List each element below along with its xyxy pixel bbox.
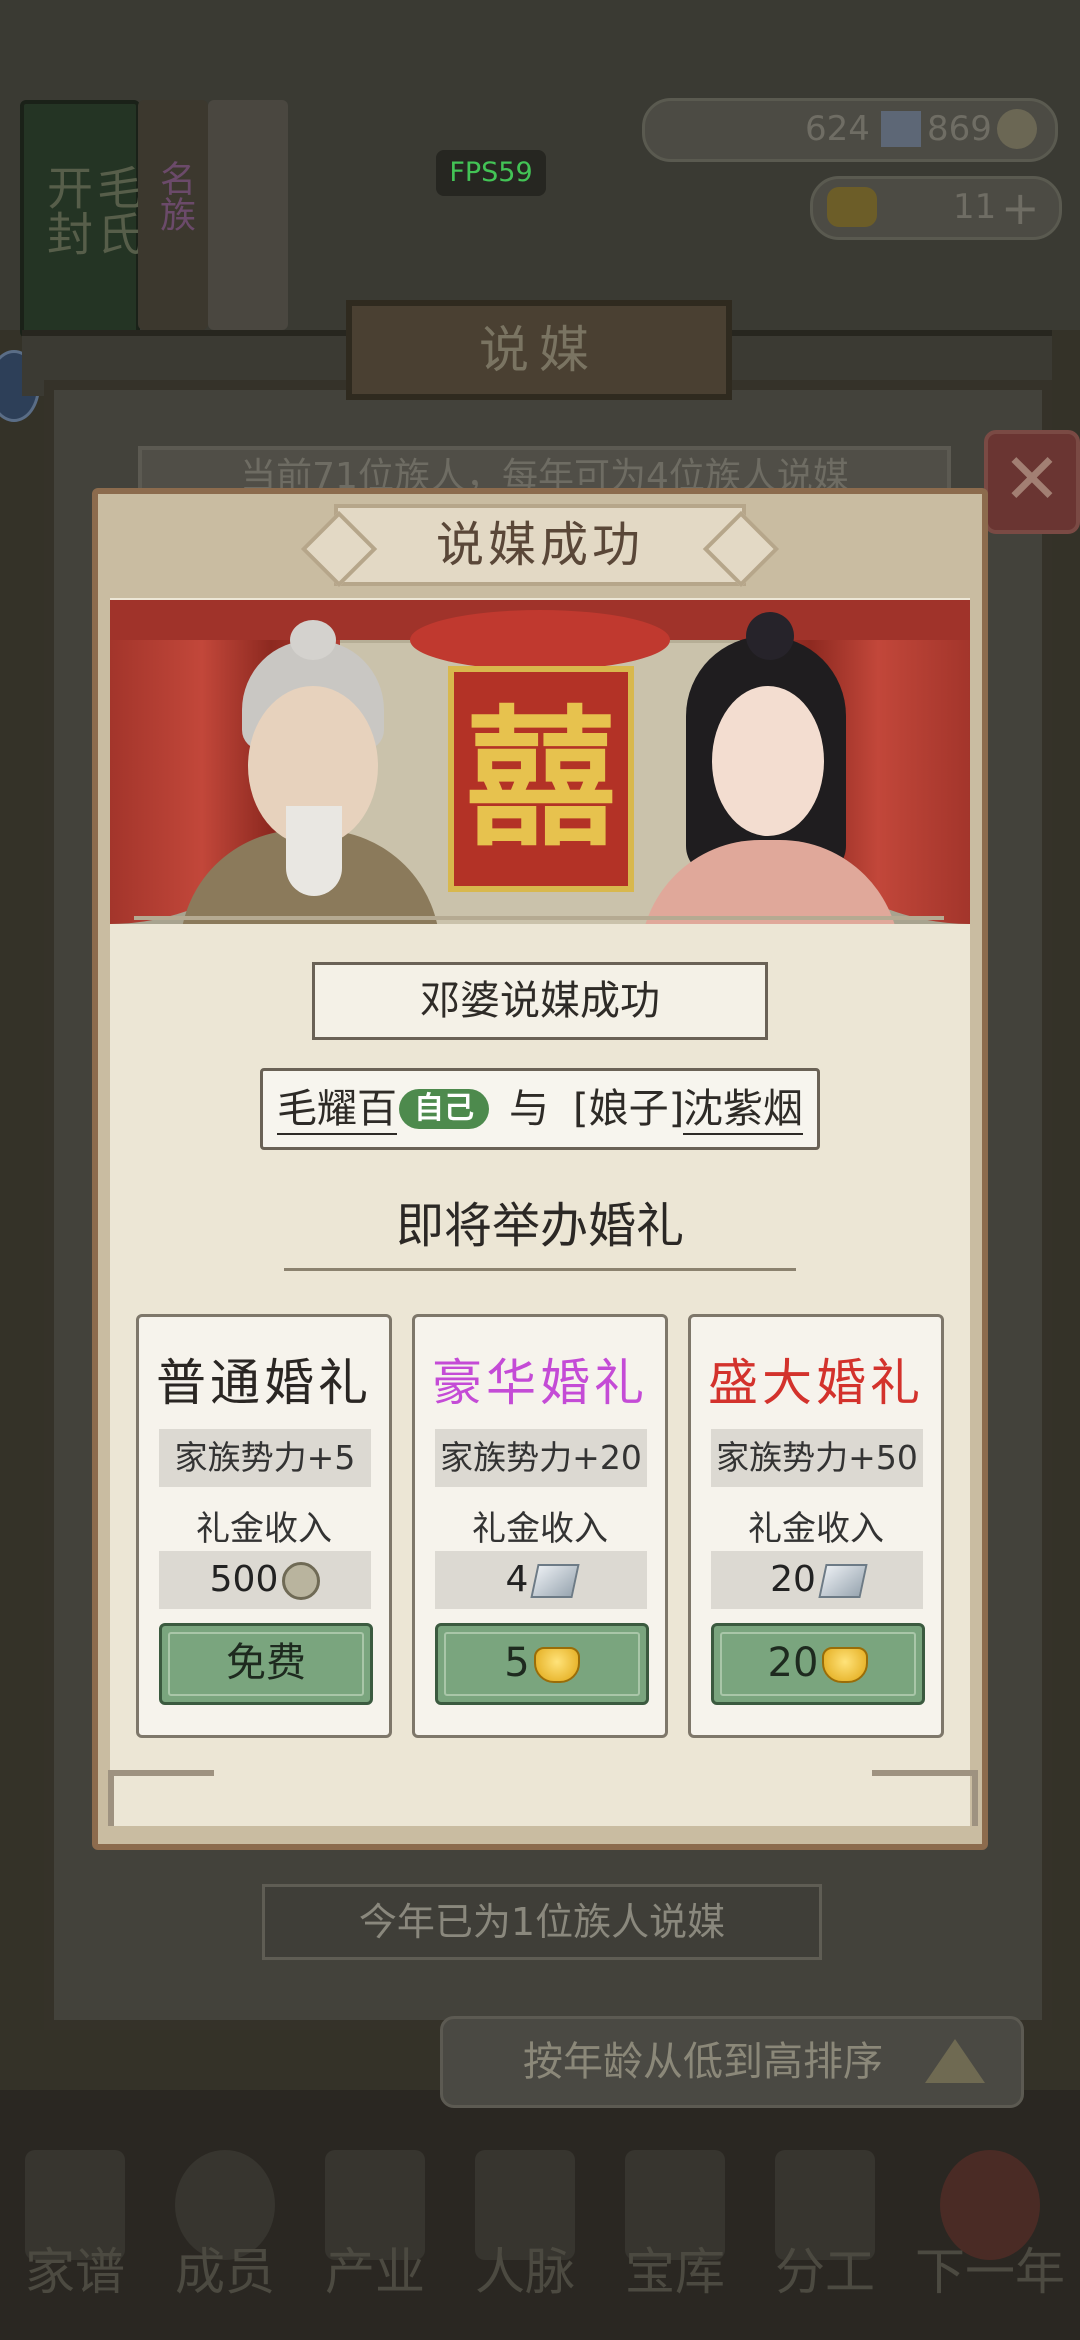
button-cost: 20	[767, 1640, 819, 1686]
wedding-option-normal: 普通婚礼 家族势力+5 礼金收入 500 免费	[136, 1314, 392, 1738]
grand-wedding-button[interactable]: 20	[711, 1623, 925, 1705]
divider	[134, 916, 944, 920]
year-status: 今年已为1位族人说媒	[262, 1884, 822, 1960]
bride-bun	[746, 612, 794, 660]
nav-treasury[interactable]: 宝库	[600, 2130, 750, 2340]
gold-icon	[827, 187, 877, 227]
add-gold-icon[interactable]: +	[1001, 181, 1040, 235]
banner-list-text: 名族	[154, 160, 195, 232]
triangle-up-icon	[925, 2039, 985, 2083]
nav-label: 宝库	[625, 2243, 725, 2301]
gold-count: 11	[953, 187, 997, 227]
silver-ingot-icon	[530, 1564, 581, 1598]
gift-label: 礼金收入	[196, 1509, 332, 1549]
silver-ingot-icon	[818, 1564, 868, 1598]
announcement-underline	[284, 1268, 796, 1271]
option-power: 家族势力+20	[435, 1429, 647, 1487]
option-power: 家族势力+50	[711, 1429, 923, 1487]
double-happiness-panel: 囍	[448, 666, 634, 892]
double-happiness-symbol: 囍	[465, 691, 616, 867]
nav-label: 产业	[325, 2243, 425, 2301]
announcement: 即将举办婚礼	[395, 1198, 684, 1254]
gift-amount: 4	[435, 1551, 647, 1609]
silver-count: 624	[805, 109, 870, 149]
gift-amount: 500	[159, 1551, 371, 1609]
gold-ingot-icon	[533, 1647, 580, 1683]
groom-name-link[interactable]: 毛耀百	[277, 1071, 397, 1135]
matchmaker-bun	[290, 620, 336, 660]
nav-division[interactable]: 分工	[750, 2130, 900, 2340]
resource-bar: 624 869	[642, 98, 1058, 162]
luxury-wedding-button[interactable]: 5	[435, 1623, 649, 1705]
side-banner	[208, 100, 288, 330]
gift-amount: 20	[711, 1551, 923, 1609]
option-title: 盛大婚礼	[708, 1354, 924, 1412]
wedding-illustration: 囍	[110, 600, 970, 924]
coin-icon	[997, 109, 1037, 149]
nav-next-year[interactable]: 下一年	[900, 2130, 1080, 2340]
bride-portrait	[712, 686, 824, 836]
matchmaker-result: 邓婆说媒成功	[312, 962, 768, 1040]
gift-amount-value: 20	[770, 1559, 816, 1600]
close-icon: ✕	[1002, 438, 1062, 520]
list-banner[interactable]: 名族	[138, 100, 208, 330]
coin-count: 869	[927, 109, 992, 149]
and-text: 与	[509, 1086, 549, 1132]
nav-label: 成员	[175, 2243, 275, 2301]
couple-info: 毛耀百 自己 与 [娘子] 沈紫烟	[260, 1068, 820, 1150]
nav-members[interactable]: 成员	[150, 2130, 300, 2340]
nav-connections[interactable]: 人脉	[450, 2130, 600, 2340]
wedding-option-grand: 盛大婚礼 家族势力+50 礼金收入 20 20	[688, 1314, 944, 1738]
gift-label: 礼金收入	[748, 1509, 884, 1549]
nav-genealogy[interactable]: 家谱	[0, 2130, 150, 2340]
self-badge: 自己	[399, 1089, 489, 1129]
board-title: 说媒	[346, 300, 732, 400]
red-ribbon-bow	[410, 610, 670, 670]
button-label: 免费	[226, 1640, 306, 1686]
dialog-title: 说媒成功	[435, 517, 644, 573]
corner-ornament-left	[108, 1770, 214, 1826]
option-title: 普通婚礼	[156, 1354, 372, 1412]
gold-bar: 11 +	[810, 176, 1062, 240]
nav-industry[interactable]: 产业	[300, 2130, 450, 2340]
gift-label: 礼金收入	[472, 1509, 608, 1549]
sort-button[interactable]: 按年龄从低到高排序	[440, 2016, 1024, 2108]
fps-counter: FPS59	[436, 150, 546, 196]
gift-amount-value: 4	[505, 1559, 529, 1600]
corner-ornament-right	[872, 1770, 978, 1826]
wedding-option-luxury: 豪华婚礼 家族势力+20 礼金收入 4 5	[412, 1314, 668, 1738]
gold-ingot-icon	[822, 1647, 869, 1683]
copper-coin-icon	[282, 1562, 321, 1600]
gift-amount-value: 500	[209, 1559, 279, 1600]
bride-title: [娘子]	[573, 1086, 685, 1132]
button-cost: 5	[504, 1640, 530, 1686]
bride-name-link[interactable]: 沈紫烟	[683, 1071, 803, 1135]
free-wedding-button[interactable]: 免费	[159, 1623, 373, 1705]
option-title: 豪华婚礼	[432, 1354, 648, 1412]
family-banner[interactable]: 开封 毛氏	[20, 100, 144, 338]
option-power: 家族势力+5	[159, 1429, 371, 1487]
bottom-nav: 家谱 成员 产业 人脉 宝库 分工 下一年	[0, 2130, 1080, 2340]
matchmaker-beard	[286, 806, 342, 896]
nav-label: 人脉	[475, 2243, 575, 2301]
nav-label: 分工	[775, 2243, 875, 2301]
silver-icon	[881, 111, 921, 147]
close-button[interactable]: ✕	[984, 430, 1080, 534]
sort-label: 按年龄从低到高排序	[523, 2039, 883, 2085]
nav-label: 家谱	[25, 2243, 125, 2301]
nav-label: 下一年	[915, 2243, 1065, 2301]
